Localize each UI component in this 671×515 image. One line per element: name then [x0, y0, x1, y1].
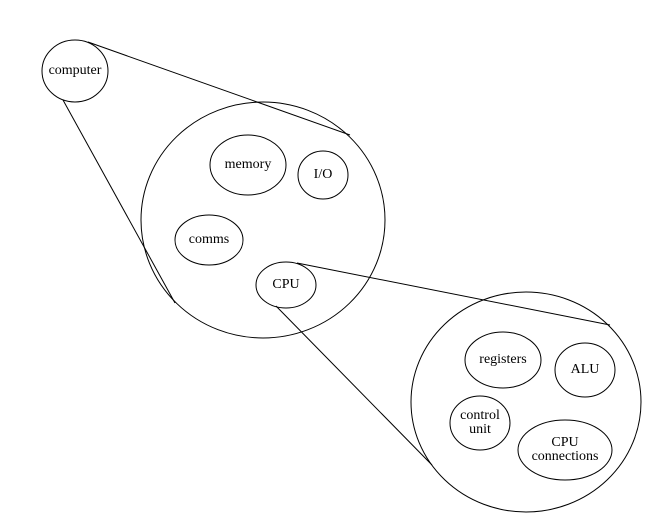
node-label: registers	[479, 352, 526, 367]
node-computer: computer	[42, 40, 108, 102]
node-label: I/O	[314, 167, 333, 182]
tangent-line	[88, 42, 350, 135]
node-label: memory	[225, 157, 272, 172]
container-ellipse	[411, 292, 641, 512]
node-label: comms	[189, 232, 229, 247]
node-cpu-connections: CPUconnections	[518, 420, 612, 480]
tangent-line	[297, 263, 610, 325]
node-cpu: CPU	[256, 262, 316, 308]
node-label: computer	[49, 63, 102, 78]
tangent-line	[63, 100, 175, 303]
node-label: CPU	[272, 277, 299, 292]
cpu-expansion-container	[411, 292, 641, 512]
node-memory: memory	[210, 135, 286, 195]
computer-hierarchy-diagram: computer memory I/O comms CPU registers …	[0, 0, 671, 515]
node-control-unit: controlunit	[450, 396, 510, 450]
node-alu: ALU	[555, 343, 615, 397]
node-io: I/O	[298, 151, 348, 199]
node-label: CPUconnections	[532, 435, 599, 464]
node-label: controlunit	[460, 408, 500, 437]
node-comms: comms	[175, 215, 243, 265]
node-label: ALU	[571, 362, 600, 377]
node-registers: registers	[465, 332, 541, 388]
tangent-line	[276, 306, 432, 465]
